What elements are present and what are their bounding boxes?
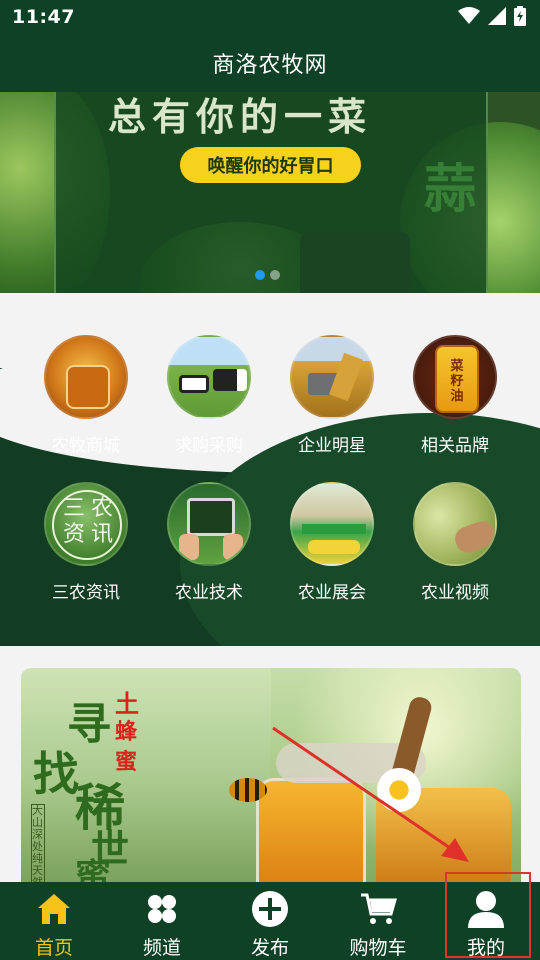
home-icon bbox=[34, 889, 74, 929]
status-icons bbox=[458, 6, 526, 26]
signal-icon bbox=[488, 7, 506, 25]
category-item[interactable]: 三 农 资 讯 三农资讯 bbox=[31, 482, 141, 603]
cows-icon bbox=[167, 335, 251, 419]
category-label: 企业明星 bbox=[298, 436, 366, 456]
category-grid: 农牧商城 求购采购 企业明星 菜籽油 相关品牌 三 农 资 讯 三农资讯 农业技… bbox=[0, 293, 540, 646]
category-label: 三农资讯 bbox=[52, 583, 120, 603]
news-icon: 三 农 资 讯 bbox=[44, 482, 128, 566]
category-label: 相关品牌 bbox=[421, 436, 489, 456]
category-item[interactable]: 农业展会 bbox=[277, 482, 387, 603]
tab-label: 频道 bbox=[142, 937, 181, 959]
category-item[interactable]: 农业技术 bbox=[154, 482, 264, 603]
category-item[interactable]: 农牧商城 bbox=[31, 335, 141, 456]
tab-channel[interactable]: 频道 bbox=[108, 882, 216, 960]
news-badge-char: 三 bbox=[62, 496, 85, 521]
category-label: 农业展会 bbox=[298, 583, 366, 603]
banner-carousel[interactable]: 总有你的一菜 唤醒你的好胃口 蒜 bbox=[0, 92, 540, 293]
banner-cta-button[interactable]: 唤醒你的好胃口 bbox=[180, 147, 361, 183]
battery-icon bbox=[514, 6, 526, 26]
carousel-dot[interactable] bbox=[270, 270, 280, 280]
expo-icon bbox=[290, 482, 374, 566]
category-item[interactable]: 菜籽油 相关品牌 bbox=[400, 335, 510, 456]
category-label: 求购采购 bbox=[175, 436, 243, 456]
category-label: 农业技术 bbox=[175, 583, 243, 603]
status-bar: 11:47 bbox=[0, 0, 540, 34]
news-badge-char: 讯 bbox=[90, 522, 113, 547]
smart-farming-icon bbox=[167, 482, 251, 566]
honey-jar-icon bbox=[44, 335, 128, 419]
tab-label: 发布 bbox=[250, 937, 289, 959]
tab-publish[interactable]: 发布 bbox=[216, 882, 324, 960]
category-label: 农业视频 bbox=[421, 583, 489, 603]
highlight-annotation bbox=[445, 872, 531, 958]
wifi-icon bbox=[458, 7, 480, 24]
banner-headline: 总有你的一菜 bbox=[108, 95, 373, 139]
add-circle-icon bbox=[250, 889, 290, 929]
app-header: 商洛农牧网 bbox=[0, 34, 540, 92]
arrow-annotation bbox=[272, 726, 469, 862]
channel-grid-icon bbox=[142, 889, 182, 929]
category-item[interactable]: 农业视频 bbox=[400, 482, 510, 603]
cart-icon bbox=[358, 889, 398, 929]
category-item[interactable]: 企业明星 bbox=[277, 335, 387, 456]
page-title: 商洛农牧网 bbox=[212, 53, 328, 78]
status-time: 11:47 bbox=[12, 6, 75, 28]
app-screen: 11:47 商洛农牧网 总有你的一菜 唤醒你的好胃口 蒜 农牧商城 求购采购 企… bbox=[0, 0, 540, 960]
news-badge-char: 资 bbox=[62, 522, 85, 547]
carousel-dot-active[interactable] bbox=[255, 270, 265, 280]
video-icon bbox=[413, 482, 497, 566]
tab-label: 购物车 bbox=[349, 937, 407, 959]
promo-card[interactable]: 寻 找 稀 世 蜜 土 蜂 蜜 大山深处纯天然 bbox=[21, 668, 521, 882]
category-label: 农牧商城 bbox=[52, 436, 120, 456]
category-item[interactable]: 求购采购 bbox=[154, 335, 264, 456]
tab-cart[interactable]: 购物车 bbox=[324, 882, 432, 960]
tab-home[interactable]: 首页 bbox=[0, 882, 108, 960]
harvester-icon bbox=[290, 335, 374, 419]
tab-label: 首页 bbox=[34, 937, 73, 959]
news-badge-char: 农 bbox=[90, 496, 113, 521]
oil-barrel-icon: 菜籽油 bbox=[413, 335, 497, 419]
banner-side-char: 蒜 bbox=[424, 160, 477, 220]
